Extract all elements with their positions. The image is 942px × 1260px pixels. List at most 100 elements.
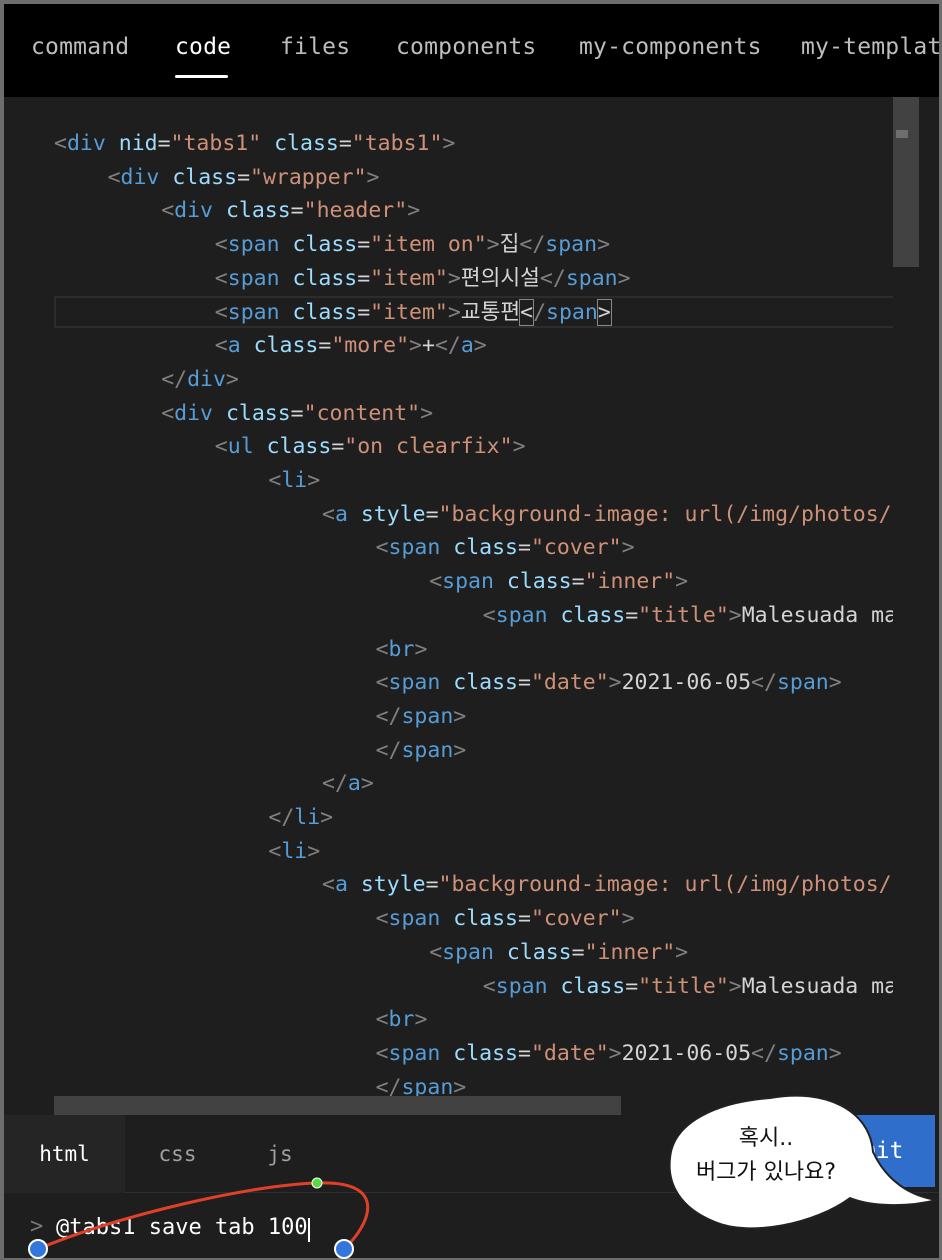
- code-editor[interactable]: <div nid="tabs1" class="tabs1"> <div clas…: [4, 97, 939, 1115]
- code-line[interactable]: <span class="title">Malesuada mag: [483, 599, 910, 633]
- code-token-tag: span: [401, 703, 454, 729]
- tab-my-components[interactable]: my-components: [579, 34, 762, 60]
- code-token-eq: =: [625, 973, 639, 999]
- code-line[interactable]: <span class="item on">집</span>: [215, 228, 610, 262]
- code-line[interactable]: <ul class="on clearfix">: [215, 430, 526, 464]
- code-token-punc: >: [597, 232, 611, 258]
- code-token-tag: span: [546, 299, 598, 325]
- tab-css[interactable]: css: [125, 1115, 230, 1193]
- code-line[interactable]: <li>: [268, 835, 320, 869]
- top-tab-bar: command code files components my-compone…: [4, 4, 939, 97]
- code-token-punc: >: [307, 838, 321, 864]
- code-token-punc: </: [751, 1040, 777, 1066]
- code-token-punc: >: [307, 468, 321, 493]
- code-token-tag: span: [227, 232, 280, 258]
- code-token-tag: a: [460, 333, 474, 359]
- code-token-punc: <: [268, 838, 282, 864]
- code-line[interactable]: <span class="inner">: [429, 565, 688, 599]
- code-token-str: "date": [530, 670, 609, 696]
- code-line[interactable]: <div class="header">: [161, 194, 420, 228]
- code-line[interactable]: <span class="item">편의시설</span>: [215, 262, 631, 296]
- code-token-punc: >: [617, 265, 631, 291]
- code-line[interactable]: <a class="more">+</a>: [215, 329, 487, 363]
- code-line[interactable]: <br>: [376, 633, 428, 667]
- code-token-str: "cover": [530, 906, 622, 932]
- code-token-eq: =: [518, 670, 531, 696]
- code-line[interactable]: </span>: [376, 700, 467, 734]
- code-line[interactable]: <span class="title">Malesuada mag: [483, 970, 910, 1004]
- code-token-punc: <: [429, 569, 443, 595]
- tab-files[interactable]: files: [280, 34, 350, 60]
- code-token-attr: class: [253, 333, 319, 359]
- code-token-punc: <: [107, 164, 121, 190]
- code-line[interactable]: <a style="background-image: url(/img/pho…: [322, 498, 905, 532]
- code-token-punc: <: [482, 602, 496, 628]
- code-token-punc: </: [539, 265, 566, 291]
- code-token-eq: =: [318, 333, 332, 359]
- code-token-punc: >: [608, 1040, 622, 1066]
- code-token-punc: <: [214, 434, 228, 460]
- code-token-attr: class: [225, 400, 291, 426]
- code-line[interactable]: <span class="inner">: [429, 936, 688, 970]
- code-line[interactable]: </a>: [322, 767, 374, 801]
- code-token-eq: =: [157, 131, 171, 156]
- horizontal-scrollbar[interactable]: [54, 1096, 621, 1115]
- code-token-punc: <: [322, 872, 335, 898]
- code-token-eq: =: [237, 164, 251, 190]
- code-line[interactable]: <div class="content">: [161, 397, 433, 431]
- code-line[interactable]: <a style="background-image: url(/img/pho…: [322, 868, 905, 902]
- code-token-tag: span: [388, 906, 441, 932]
- code-line[interactable]: <span class="cover">: [376, 531, 635, 565]
- code-token-tag: span: [388, 670, 441, 696]
- bubble-line-1: 혹시..: [738, 1126, 794, 1151]
- code-line[interactable]: <span class="item">교통편</span>: [215, 296, 612, 330]
- code-token-punc: >: [409, 333, 422, 359]
- code-token-punc: >: [675, 569, 689, 595]
- code-token-text: 교통편: [460, 299, 521, 325]
- code-line[interactable]: <div nid="tabs1" class="tabs1">: [54, 127, 455, 161]
- code-token-attr: class: [292, 232, 358, 258]
- code-token-tag: span: [388, 535, 441, 561]
- code-token-punc: <: [322, 501, 335, 527]
- active-tab-indicator: [175, 75, 228, 78]
- code-line[interactable]: </span>: [376, 734, 467, 768]
- tab-html[interactable]: html: [4, 1115, 125, 1193]
- code-line[interactable]: <br>: [376, 1003, 428, 1037]
- code-line[interactable]: <span class="cover">: [376, 902, 635, 936]
- tab-components[interactable]: components: [396, 34, 536, 60]
- code-token-str: "item": [370, 299, 448, 325]
- vertical-scrollbar[interactable]: [893, 97, 919, 267]
- code-lines[interactable]: <div nid="tabs1" class="tabs1"> <div clas…: [4, 97, 919, 1115]
- code-token-punc: </: [375, 737, 402, 763]
- code-token-tag: span: [495, 973, 548, 999]
- tab-command[interactable]: command: [31, 34, 129, 60]
- code-line[interactable]: </div>: [161, 363, 239, 397]
- code-line[interactable]: <span class="date">2021-06-05</span>: [376, 1037, 842, 1071]
- code-token-attr: class: [274, 131, 339, 156]
- tab-code[interactable]: code: [175, 34, 231, 60]
- code-token-eq: =: [425, 501, 439, 527]
- code-token-punc: >: [486, 232, 500, 258]
- code-token-tag: br: [388, 1007, 415, 1033]
- tab-my-template[interactable]: my-template: [801, 34, 939, 60]
- code-line[interactable]: <div class="wrapper">: [108, 161, 380, 195]
- code-token-punc: >: [453, 737, 467, 763]
- code-line[interactable]: <span class="date">2021-06-05</span>: [376, 666, 842, 700]
- code-token-punc: >: [621, 535, 635, 561]
- code-token-eq: =: [518, 535, 531, 561]
- code-token-punc: <: [54, 131, 67, 156]
- code-token-tag: a: [334, 872, 348, 898]
- tab-js[interactable]: js: [230, 1115, 330, 1193]
- scrollbar-cursor-marker: [896, 130, 908, 138]
- code-token-tag: div: [174, 198, 213, 224]
- code-line[interactable]: </li>: [268, 801, 333, 835]
- code-token-punc: >: [225, 366, 239, 392]
- code-token-punc: </: [375, 703, 402, 729]
- speech-bubble-text: 혹시.. 버그가 있나요?: [676, 1122, 856, 1190]
- code-line[interactable]: <li>: [268, 464, 320, 498]
